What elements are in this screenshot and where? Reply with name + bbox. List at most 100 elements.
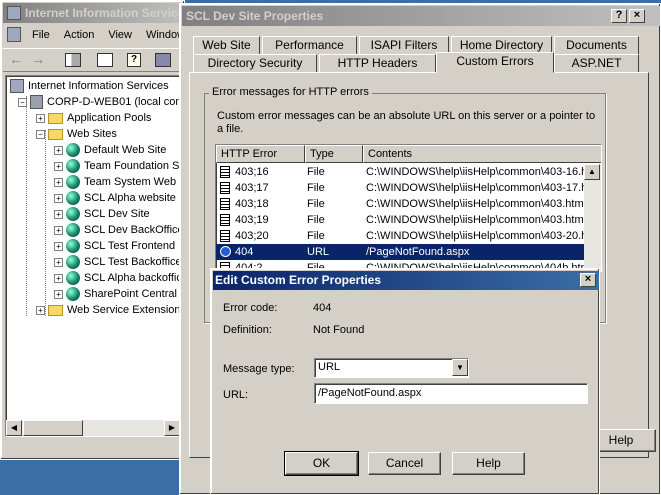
col-http-error[interactable]: HTTP Error xyxy=(216,145,305,163)
tab-documents[interactable]: Documents xyxy=(554,36,639,55)
cell-type: File xyxy=(307,198,325,210)
error-list[interactable]: HTTP Error Type Contents 403;16 File C:\WI… xyxy=(215,144,602,272)
group-description: Custom error messages can be an absolute… xyxy=(217,110,596,135)
table-row[interactable]: 403;20 File C:\WINDOWS\help\iisHelp\common… xyxy=(216,228,600,244)
expand-icon[interactable]: + xyxy=(54,225,63,235)
expand-icon[interactable]: + xyxy=(54,161,63,171)
tree-root[interactable]: Internet Information Services xyxy=(10,78,169,94)
definition-label: Definition: xyxy=(223,324,272,336)
tree-site-item[interactable]: + Team System Web xyxy=(54,174,176,190)
tree-site-item[interactable]: + SCL Test Backoffice xyxy=(54,254,182,270)
iis-title: Internet Information Services xyxy=(25,6,184,20)
tree-site-item[interactable]: + SCL Alpha website xyxy=(54,190,176,206)
scroll-up-icon[interactable]: ▲ xyxy=(584,164,600,180)
expand-icon[interactable]: + xyxy=(36,113,45,123)
error-code-value: 404 xyxy=(313,302,332,314)
globe-icon xyxy=(66,175,80,190)
chevron-down-icon[interactable]: ▼ xyxy=(452,359,468,376)
help-button[interactable]: Help xyxy=(452,452,525,475)
message-type-select[interactable]: URL ▼ xyxy=(314,358,469,378)
cell-code: 403;17 xyxy=(235,182,269,194)
iis-root-icon xyxy=(10,79,24,94)
scroll-left-icon[interactable]: ◀ xyxy=(6,420,22,436)
folder-open-icon xyxy=(48,128,63,140)
cancel-button[interactable]: Cancel xyxy=(368,452,441,475)
back-arrow-icon[interactable]: ← xyxy=(9,51,23,67)
tree-server[interactable]: −CORP-D-WEB01 (local computer) xyxy=(18,94,185,110)
tree-site-item[interactable]: +Team Foundation Server xyxy=(54,158,185,174)
col-contents[interactable]: Contents xyxy=(363,145,601,163)
expand-icon[interactable]: + xyxy=(54,289,63,299)
table-row[interactable]: 404 URL/PageNotFound.aspx xyxy=(216,244,584,260)
tree-site-item[interactable]: + SCL Dev BackOffice xyxy=(54,222,184,238)
globe-icon xyxy=(66,287,80,302)
menu-action[interactable]: Action xyxy=(57,25,102,45)
document-icon xyxy=(220,182,230,194)
cell-type: File xyxy=(307,214,325,226)
show-tree-icon[interactable] xyxy=(65,53,81,67)
cell-code: 404 xyxy=(235,246,254,258)
globe-icon xyxy=(66,143,80,158)
tree-web-service-ext[interactable]: + Web Service Extensions xyxy=(36,302,185,318)
col-type[interactable]: Type xyxy=(305,145,363,163)
url-input[interactable]: /PageNotFound.aspx xyxy=(314,383,588,404)
expand-icon[interactable]: + xyxy=(54,241,63,251)
table-row[interactable]: 403;18 File C:\WINDOWS\help\iisHelp\common… xyxy=(216,196,584,212)
computer-icon[interactable] xyxy=(155,53,171,67)
tree-site-item[interactable]: + SCL Alpha backoffice xyxy=(54,270,185,286)
tree-web-sites[interactable]: − Web Sites xyxy=(36,126,117,142)
cell-contents: C:\WINDOWS\help\iisHelp\common\403.htm xyxy=(366,214,584,226)
help-question-button[interactable]: ? xyxy=(611,9,627,23)
table-row[interactable]: 403;17 File C:\WINDOWS\help\iisHelp\common… xyxy=(216,180,600,196)
menu-file[interactable]: File xyxy=(25,25,57,45)
definition-value: Not Found xyxy=(313,324,365,336)
tree-site-item[interactable]: + Default Web Site xyxy=(54,142,166,158)
document-icon xyxy=(220,214,230,226)
tree-site-item[interactable]: + SharePoint Central xyxy=(54,286,177,302)
globe-icon xyxy=(66,271,80,286)
tree-hscrollbar[interactable]: ◀ ▶ xyxy=(6,420,185,436)
cell-type: File xyxy=(307,182,325,194)
expand-icon[interactable]: + xyxy=(54,193,63,203)
iis-tree-panel: Internet Information Services − CORP-D-WE… xyxy=(5,75,186,437)
expand-icon[interactable]: + xyxy=(36,305,45,315)
tree-site-item[interactable]: + SCL Dev Site xyxy=(54,206,150,222)
properties-title: SCL Dev Site Properties xyxy=(186,9,324,23)
close-icon[interactable]: × xyxy=(629,9,645,23)
scroll-thumb[interactable] xyxy=(23,420,83,436)
ok-button[interactable]: OK xyxy=(284,451,359,476)
help-icon[interactable]: ? xyxy=(127,53,141,67)
table-row[interactable]: 403;19 File C:\WINDOWS\help\iisHelp\common… xyxy=(216,212,584,228)
collapse-icon[interactable]: − xyxy=(18,97,27,107)
expand-icon[interactable]: + xyxy=(54,257,63,267)
menu-view[interactable]: View xyxy=(101,25,139,45)
table-row[interactable]: 403;16 File C:\WINDOWS\help\iisHelp\common… xyxy=(216,164,600,180)
globe-icon xyxy=(66,159,80,174)
tab-performance[interactable]: Performance xyxy=(262,36,357,55)
close-icon[interactable]: × xyxy=(580,273,596,287)
properties-icon[interactable] xyxy=(97,53,113,67)
document-icon xyxy=(220,230,230,242)
tab-asp-net[interactable]: ASP.NET xyxy=(554,54,639,73)
tab-web-site[interactable]: Web Site xyxy=(193,36,260,55)
expand-icon[interactable]: + xyxy=(54,209,63,219)
globe-icon xyxy=(66,207,80,222)
group-title: Error messages for HTTP errors xyxy=(209,86,372,98)
cell-type: File xyxy=(307,166,325,178)
scroll-right-icon[interactable]: ▶ xyxy=(164,420,180,436)
edit-dialog: Edit Custom Error Properties × Error cod… xyxy=(210,268,600,495)
menu-window[interactable]: Window xyxy=(139,25,184,45)
tree-app-pools[interactable]: + Application Pools xyxy=(36,110,151,126)
cell-code: 403;19 xyxy=(235,214,269,226)
tree-site-item[interactable]: + SCL Test Frontend xyxy=(54,238,175,254)
tab-custom-errors[interactable]: Custom Errors xyxy=(436,52,554,73)
iis-manager-window: Internet Information Services File Action… xyxy=(0,0,186,460)
collapse-icon[interactable]: − xyxy=(36,129,45,139)
tab-http-headers[interactable]: HTTP Headers xyxy=(319,54,436,73)
expand-icon[interactable]: + xyxy=(54,273,63,283)
list-vscrollbar[interactable]: ▲ xyxy=(584,164,601,271)
forward-arrow-icon[interactable]: → xyxy=(31,51,45,67)
expand-icon[interactable]: + xyxy=(54,177,63,187)
expand-icon[interactable]: + xyxy=(54,145,63,155)
tab-directory-security[interactable]: Directory Security xyxy=(193,54,317,73)
